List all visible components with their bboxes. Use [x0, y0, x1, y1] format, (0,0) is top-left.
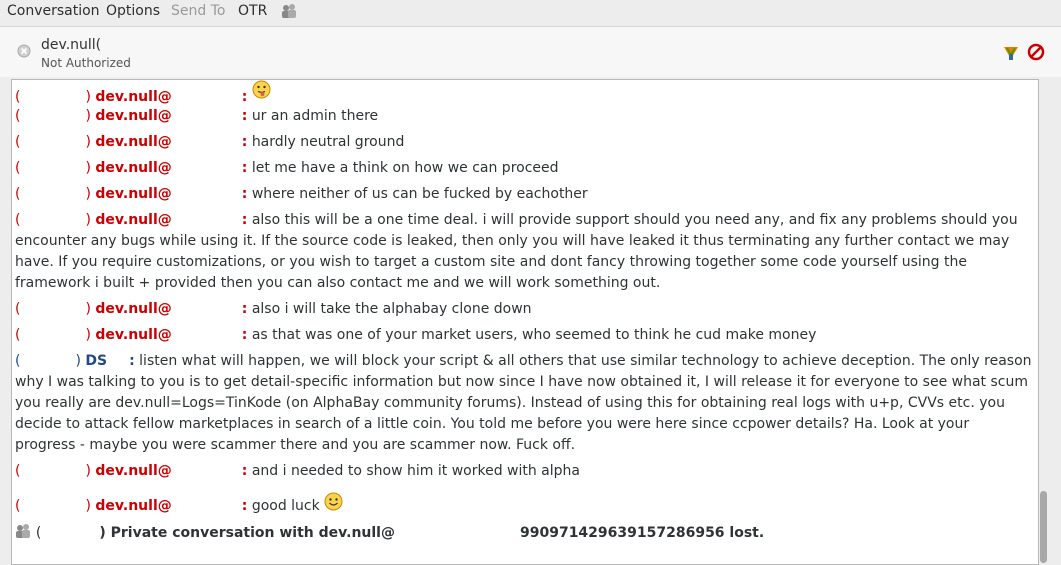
message-text: ur an admin there	[251, 108, 379, 124]
sys-fingerprint: 99097142963915728695​6 lost.	[519, 525, 765, 541]
sender-paren: (	[15, 498, 21, 514]
menu-send-to[interactable]: Send To	[171, 3, 225, 19]
colon: :	[241, 160, 248, 176]
otr-status-icon[interactable]	[1002, 44, 1020, 62]
tongue-smiley-icon	[252, 80, 271, 99]
message-row: () dev.null@: also i will take the alpha…	[15, 299, 1033, 320]
message-row: () dev.null@: ur an admin there	[15, 106, 1033, 127]
message-row: () dev.null@: where neither of us can be…	[15, 184, 1033, 205]
message-row: () dev.null@: and i needed to show him i…	[15, 461, 1033, 482]
sender-paren-close: )	[85, 498, 91, 514]
sender-nick: dev.null@	[95, 212, 172, 228]
menubar: Conversation Options Send To OTR	[0, 0, 1061, 25]
system-message: () Private conversation with dev.null@ 99…	[15, 523, 764, 541]
message-text: as that was one of your market users, wh…	[251, 327, 817, 343]
sender-paren: (	[15, 212, 21, 228]
message-row: () dev.null@:	[15, 80, 1033, 108]
menu-otr[interactable]: OTR	[238, 3, 267, 19]
colon: :	[241, 108, 248, 124]
sender-paren-close: )	[85, 212, 91, 228]
sender-paren: (	[15, 463, 21, 479]
colon: :	[241, 186, 248, 202]
message-text: also i will take the alphabay clone down	[251, 301, 532, 317]
scrollbar-thumb[interactable]	[1040, 491, 1047, 563]
message-text: hardly neutral ground	[251, 134, 405, 150]
smile-smiley-icon	[324, 492, 343, 511]
sender-nick: dev.null@	[95, 463, 172, 479]
sender-paren-close: )	[85, 301, 91, 317]
message-text: and i needed to show him it worked with …	[251, 463, 580, 479]
sender-paren: (	[15, 134, 21, 150]
people-icon[interactable]	[281, 3, 297, 19]
message-row: () dev.null@: as that was one of your ma…	[15, 325, 1033, 346]
colon: :	[241, 301, 248, 317]
sender-paren: (	[15, 301, 21, 317]
menu-options[interactable]: Options	[106, 3, 160, 19]
sender-paren: (	[15, 186, 21, 202]
sender-nick: DS	[85, 353, 108, 369]
message-row: () DS: listen what will happen, we will …	[15, 351, 1033, 456]
sender-nick: dev.null@	[95, 301, 172, 317]
sender-paren-close: )	[85, 327, 91, 343]
message-row: () dev.null@: also this will be a one ti…	[15, 210, 1033, 294]
sys-text: Private conversation with dev.null@	[110, 525, 395, 541]
sender-nick: dev.null@	[95, 89, 172, 105]
conversation-header: dev.null( Not Authorized	[0, 26, 1061, 77]
sys-paren: (	[35, 525, 42, 541]
colon: :	[241, 327, 248, 343]
message-row: () dev.null@: good luck	[15, 492, 1033, 517]
message-text: listen what will happen, we will block y…	[15, 353, 1032, 453]
sender-nick: dev.null@	[95, 498, 172, 514]
sender-paren: (	[15, 89, 21, 105]
message-text: good luck	[251, 498, 320, 514]
offline-status-icon	[17, 44, 31, 58]
sender-paren: (	[15, 160, 21, 176]
sender-paren-close: )	[85, 186, 91, 202]
sender-paren-close: )	[85, 160, 91, 176]
sender-nick: dev.null@	[95, 108, 172, 124]
sender-paren: (	[15, 353, 21, 369]
message-text: where neither of us can be fucked by eac…	[251, 186, 588, 202]
conversation-log[interactable]: () dev.null@: () dev.null@: ur an admin …	[11, 79, 1039, 565]
colon: :	[241, 134, 248, 150]
sender-paren-close: )	[85, 108, 91, 124]
colon: :	[129, 353, 135, 369]
block-icon[interactable]	[1027, 43, 1045, 61]
message-text: let me have a think on how we can procee…	[251, 160, 559, 176]
colon: :	[241, 212, 248, 228]
sender-nick: dev.null@	[95, 327, 172, 343]
message-row: () dev.null@: hardly neutral ground	[15, 132, 1033, 153]
colon: :	[241, 463, 248, 479]
colon: :	[241, 498, 248, 514]
sender-paren: (	[15, 108, 21, 124]
message-row: () dev.null@: let me have a think on how…	[15, 158, 1033, 179]
sender-nick: dev.null@	[95, 160, 172, 176]
buddy-status: Not Authorized	[41, 56, 131, 70]
sender-nick: dev.null@	[95, 134, 172, 150]
sys-paren-close: )	[99, 525, 106, 541]
colon: :	[241, 89, 248, 105]
sender-paren-close: )	[75, 353, 81, 369]
sender-paren-close: )	[85, 134, 91, 150]
sender-paren-close: )	[85, 463, 91, 479]
sender-paren-close: )	[85, 89, 91, 105]
sender-nick: dev.null@	[95, 186, 172, 202]
menu-conversation[interactable]: Conversation	[7, 3, 100, 19]
buddy-name: dev.null(	[41, 37, 102, 53]
people-icon	[16, 524, 30, 538]
sender-paren: (	[15, 327, 21, 343]
